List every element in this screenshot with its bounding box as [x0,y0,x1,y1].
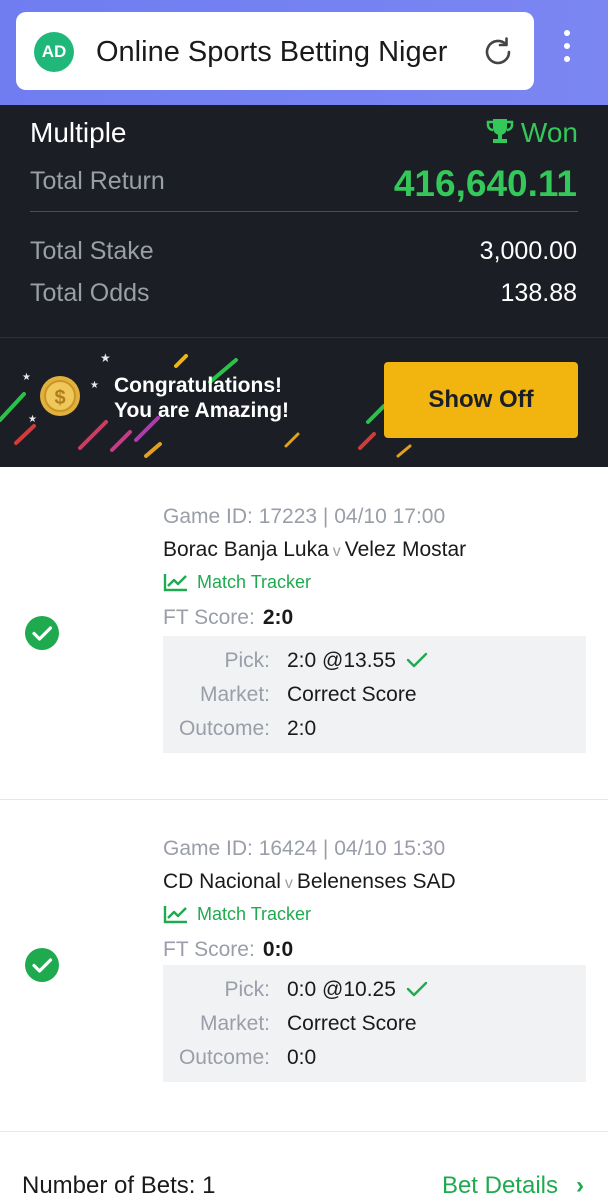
checkmark-icon [406,981,428,997]
pick-label: Pick: [224,649,270,672]
total-return-label: Total Return [30,167,165,195]
versus-label: v [332,543,341,560]
status-badge: Won [485,117,578,149]
game-id: Game ID: 17223 | 04/10 17:00 [163,505,446,528]
total-return-value: 416,640.11 [393,163,577,204]
total-stake-label: Total Stake [30,237,154,265]
ft-score-value: 2:0 [262,606,294,629]
congrats-banner: $ ★ ★ ★ ★ Congratulations! You are Amazi… [0,337,608,467]
pick-value: 2:0 @13.55 [287,649,428,673]
outcome-value: 0:0 [287,1046,317,1069]
svg-text:$: $ [54,387,65,409]
away-team: Velez Mostar [344,538,467,561]
ft-score-label: FT Score: [163,606,255,629]
won-check-icon [25,948,59,982]
chart-line-icon [163,906,187,924]
svg-text:★: ★ [28,414,37,425]
congrats-line-1: Congratulations! [114,374,282,397]
address-bar[interactable]: AD Online Sports Betting Niger [16,12,534,90]
bet-selection: Game ID: 17223 | 04/10 17:00 Borac Banja… [0,467,608,799]
bet-details-label: Bet Details [441,1172,558,1199]
ft-score-label: FT Score: [163,938,255,961]
match-teams: CD Nacional v Belenenses SAD [163,870,456,894]
status-label: Won [520,117,578,148]
match-tracker-label: Match Tracker [197,572,312,592]
won-check-icon [25,616,59,650]
pick-value: 0:0 @10.25 [287,978,428,1002]
bet-details-link[interactable]: Bet Details › [442,1172,584,1200]
total-stake-value: 3,000.00 [479,237,577,265]
reload-icon[interactable] [480,34,516,70]
pick-text: 0:0 @10.25 [287,978,396,1001]
home-team: Borac Banja Luka [163,538,329,561]
match-teams: Borac Banja Luka v Velez Mostar [163,538,466,562]
pick-label: Pick: [224,978,270,1001]
away-team: Belenenses SAD [296,870,456,893]
ft-score: FT Score: 0:0 [163,938,293,962]
versus-label: v [284,875,293,892]
svg-text:★: ★ [22,372,31,383]
browser-toolbar: AD Online Sports Betting Niger [0,0,608,105]
chevron-right-icon: › [576,1172,584,1199]
site-badge-icon: AD [34,32,74,72]
trophy-icon [486,119,514,143]
bet-type: Multiple [30,117,127,148]
checkmark-icon [406,652,428,668]
page-title[interactable]: Online Sports Betting Niger [96,34,466,70]
game-id: Game ID: 16424 | 04/10 15:30 [163,837,446,860]
match-tracker-link[interactable]: Match Tracker [163,572,311,593]
congrats-line-2: You are Amazing! [114,399,290,422]
match-tracker-label: Match Tracker [197,904,312,924]
market-value: Correct Score [287,683,417,706]
ft-score-value: 0:0 [262,938,294,961]
ft-score: FT Score: 2:0 [163,606,293,630]
outcome-label: Outcome: [178,717,270,740]
market-label: Market: [199,1012,270,1035]
bet-selection: Game ID: 16424 | 04/10 15:30 CD Nacional… [0,799,608,1131]
pick-details: Pick: 0:0 @10.25 Market: Correct Score O… [163,965,586,1082]
match-tracker-link[interactable]: Match Tracker [163,904,311,925]
divider [30,211,578,212]
chart-line-icon [163,574,187,592]
outcome-value: 2:0 [287,717,317,740]
pick-text: 2:0 @13.55 [287,649,396,672]
overflow-menu-icon[interactable] [552,30,582,74]
divider [0,1131,608,1132]
svg-text:★: ★ [100,351,111,365]
home-team: CD Nacional [163,870,281,893]
show-off-button[interactable]: Show Off [384,362,578,438]
total-odds-value: 138.88 [500,279,577,307]
pick-details: Pick: 2:0 @13.55 Market: Correct Score O… [163,636,586,753]
bet-summary: Multiple Won Total Return 416,640.11 Tot… [0,105,608,337]
market-label: Market: [199,683,270,706]
total-odds-label: Total Odds [30,279,150,307]
bets-count: Number of Bets: 1 [22,1172,216,1199]
market-value: Correct Score [287,1012,417,1035]
svg-text:★: ★ [90,380,99,391]
outcome-label: Outcome: [178,1046,270,1069]
congrats-message: Congratulations! You are Amazing! [114,373,289,423]
